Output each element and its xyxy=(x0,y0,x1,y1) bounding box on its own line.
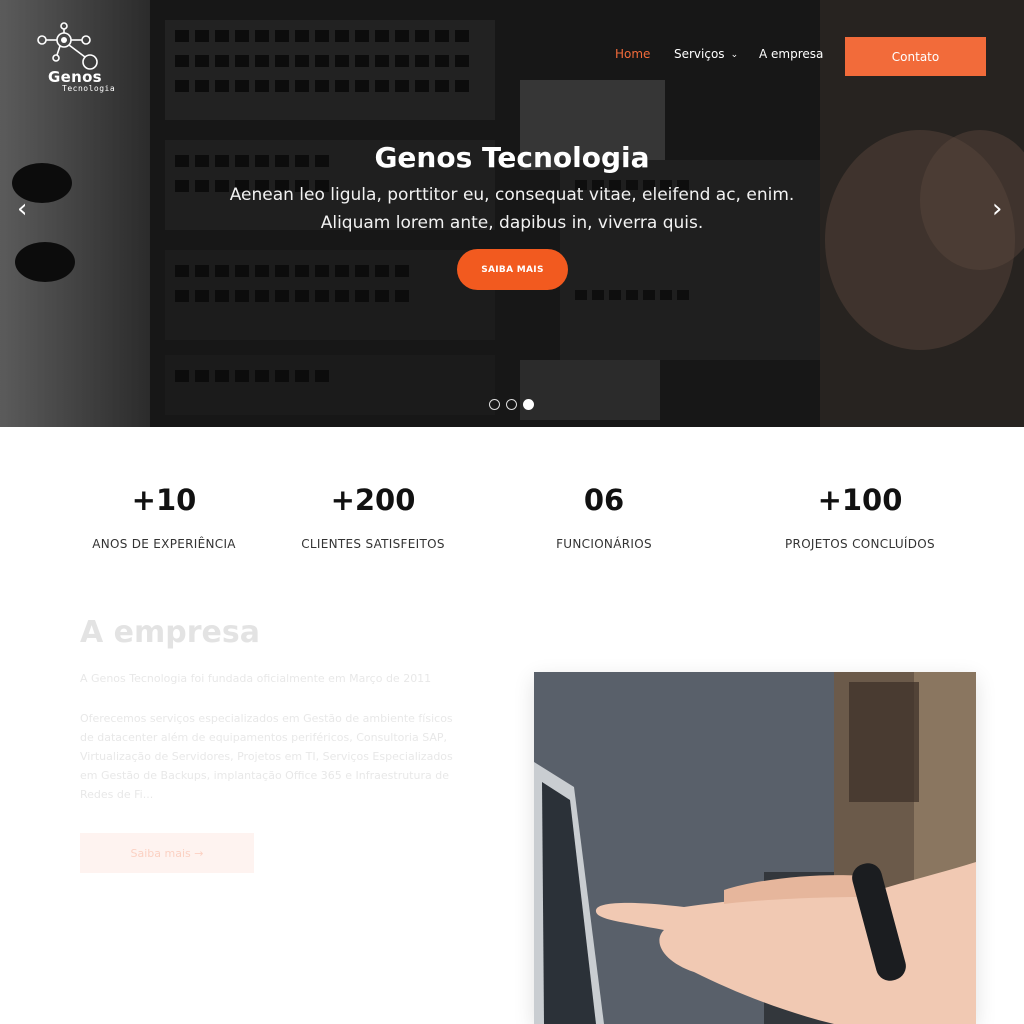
about-intro: A Genos Tecnologia foi fundada oficialme… xyxy=(80,672,432,685)
carousel-next-arrow-icon[interactable]: › xyxy=(992,196,1002,222)
stat-projects: +100 PROJETOS CONCLUÍDOS xyxy=(750,483,970,551)
stat-clients: +200 CLIENTES SATISFEITOS xyxy=(263,483,483,551)
nav-item-a-empresa[interactable]: A empresa xyxy=(759,47,823,61)
stat-label: PROJETOS CONCLUÍDOS xyxy=(785,537,935,551)
saiba-mais-button[interactable]: SAIBA MAIS xyxy=(457,249,568,290)
stat-value: +200 xyxy=(330,483,416,517)
carousel-dot-3[interactable] xyxy=(523,399,534,410)
about-saiba-mais-button[interactable]: Saiba mais → xyxy=(80,833,254,873)
stat-label: ANOS DE EXPERIÊNCIA xyxy=(92,537,236,551)
laptop-photo-image xyxy=(534,672,976,1024)
nav-item-servicos-label: Serviços xyxy=(674,47,725,61)
stat-experience: +10 ANOS DE EXPERIÊNCIA xyxy=(54,483,274,551)
stat-label: CLIENTES SATISFEITOS xyxy=(301,537,445,551)
carousel-prev-arrow-icon[interactable]: ‹ xyxy=(17,196,27,222)
carousel-indicators xyxy=(489,399,534,410)
brand-subtitle: Tecnologia xyxy=(62,84,116,93)
hero-carousel: Genos Tecnologia Home Serviços ⌄ A empres… xyxy=(0,0,1024,427)
laptop-photo xyxy=(534,672,976,1024)
stat-value: +10 xyxy=(131,483,197,517)
hero-subtitle: Aenean leo ligula, porttitor eu, consequ… xyxy=(229,185,795,233)
stat-label: FUNCIONÁRIOS xyxy=(556,537,652,551)
nav-item-home[interactable]: Home xyxy=(615,47,650,61)
stat-value: +100 xyxy=(817,483,903,517)
about-title: A empresa xyxy=(80,615,260,650)
contato-button[interactable]: Contato xyxy=(845,37,986,76)
carousel-dot-2[interactable] xyxy=(506,399,517,410)
stat-value: 06 xyxy=(583,483,625,517)
carousel-dot-1[interactable] xyxy=(489,399,500,410)
about-description: Oferecemos serviços especializados em Ge… xyxy=(80,712,453,801)
about-section: A empresa A Genos Tecnologia foi fundada… xyxy=(80,615,460,804)
stat-employees: 06 FUNCIONÁRIOS xyxy=(494,483,714,551)
chevron-down-icon: ⌄ xyxy=(730,50,739,60)
hero-title: Genos Tecnologia xyxy=(374,141,650,174)
nav-item-servicos[interactable]: Serviços ⌄ xyxy=(674,47,738,61)
